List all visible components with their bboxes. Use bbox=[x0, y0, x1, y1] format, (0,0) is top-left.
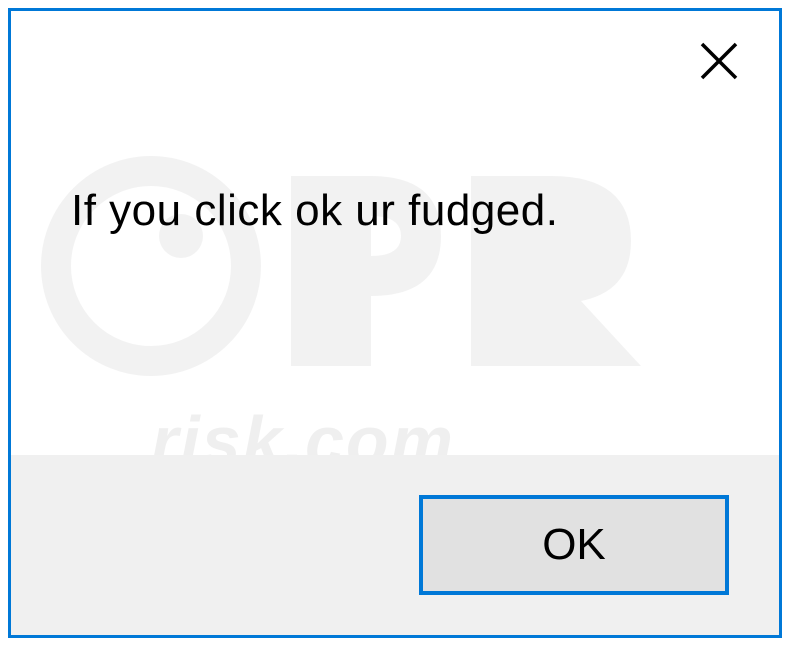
close-icon bbox=[698, 40, 740, 82]
button-area: OK bbox=[11, 455, 779, 635]
ok-button-label: OK bbox=[542, 520, 606, 570]
title-bar bbox=[11, 11, 779, 101]
dialog-content-wrapper: If you click ok ur fudged. OK bbox=[11, 11, 779, 635]
dialog-window: risk.com If you click ok ur fudged. OK bbox=[8, 8, 782, 638]
ok-button[interactable]: OK bbox=[419, 495, 729, 595]
dialog-message: If you click ok ur fudged. bbox=[71, 186, 558, 236]
content-area: If you click ok ur fudged. bbox=[11, 101, 779, 455]
close-button[interactable] bbox=[694, 36, 744, 86]
